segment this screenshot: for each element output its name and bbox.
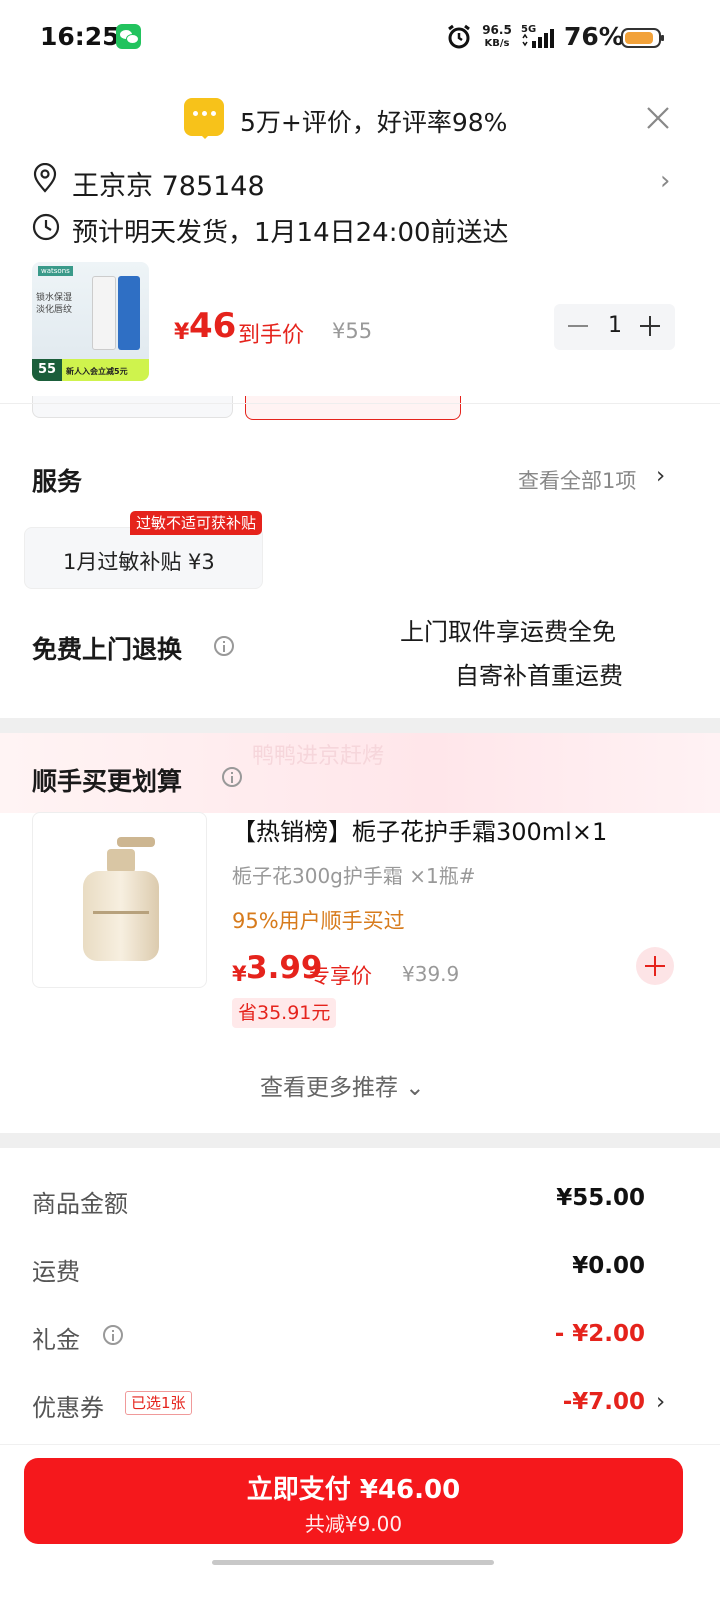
summary-label-coupon: 优惠券	[32, 1394, 104, 1422]
chevron-right-icon[interactable]: ›	[660, 166, 670, 196]
location-icon	[33, 163, 57, 193]
net-speed-unit: KB/s	[484, 38, 510, 49]
alarm-icon	[448, 24, 470, 49]
return-title: 免费上门退换	[32, 635, 183, 664]
recommend-bought-rate: 95%用户顺手买过	[232, 909, 405, 933]
recommend-title: 顺手买更划算	[32, 767, 183, 796]
thumb-brand: watsons	[38, 266, 73, 276]
quantity-value: 1	[608, 313, 622, 338]
service-title: 服务	[32, 467, 83, 496]
option-tab[interactable]	[32, 396, 233, 418]
thumb-badge-note: 新人入会立减5元	[66, 367, 128, 376]
status-time: 16:25	[40, 22, 120, 51]
recommend-watermark: 鸭鸭进京赶烤	[252, 744, 385, 769]
thumb-badge-price: 55	[32, 359, 62, 381]
chevron-right-icon[interactable]: ›	[656, 463, 665, 489]
add-recommend-button[interactable]	[636, 947, 674, 985]
divider	[0, 403, 720, 404]
final-price-label: 到手价	[238, 323, 305, 348]
return-line-2: 自寄补首重运费	[455, 662, 623, 690]
product-thumbnail[interactable]: watsons 锁水保湿 淡化唇纹 55 新人入会立减5元	[32, 262, 149, 381]
service-tag: 过敏不适可获补贴	[130, 511, 263, 535]
network-speed: 96.5 KB/s	[480, 23, 514, 51]
address-name[interactable]: 王京京 785148	[72, 164, 265, 203]
summary-value-coupon[interactable]: -¥7.00	[445, 1389, 645, 1415]
recommend-original-price: ¥39.9	[402, 962, 460, 986]
signal-icon: 5G	[520, 24, 558, 50]
original-price: ¥55	[332, 319, 373, 343]
home-indicator[interactable]	[212, 1560, 494, 1565]
recommend-product-spec: 栀子花300g护手霜 ×1瓶#	[232, 864, 476, 888]
info-icon[interactable]	[103, 1325, 123, 1345]
thumb-text: 锁水保湿 淡化唇纹	[36, 293, 73, 315]
delivery-estimate: 预计明天发货，1月14日24:00前送达	[72, 218, 509, 248]
divider	[0, 1444, 720, 1445]
service-card-text: 1月过敏补贴 ¥3	[63, 550, 215, 574]
pay-now-button[interactable]: 立即支付 ¥46.00 共减¥9.00	[24, 1458, 683, 1544]
service-view-all[interactable]: 查看全部1项	[518, 465, 636, 495]
option-tab-selected[interactable]	[245, 396, 461, 420]
battery-icon	[621, 28, 664, 48]
quantity-stepper[interactable]: 1	[554, 304, 675, 350]
final-price: 46	[189, 306, 237, 346]
battery-percent: 76%	[564, 22, 624, 51]
coupon-selected-tag: 已选1张	[125, 1391, 192, 1415]
summary-value-goods: ¥55.00	[556, 1185, 645, 1211]
recommend-product-name[interactable]: 【热销榜】栀子花护手霜300ml×1	[232, 812, 607, 847]
recommend-product-image[interactable]	[32, 812, 207, 988]
wechat-icon	[116, 24, 141, 49]
summary-label-goods: 商品金额	[32, 1190, 128, 1218]
chevron-right-icon[interactable]: ›	[656, 1389, 665, 1415]
rating-chat-icon	[184, 98, 224, 139]
recommend-savings-badge: 省35.91元	[232, 998, 337, 1028]
pay-discount-label: 共减¥9.00	[304, 1512, 403, 1536]
clock-icon	[32, 213, 60, 241]
return-line-1: 上门取件享运费全免	[400, 618, 616, 646]
section-divider	[0, 1133, 720, 1148]
pay-now-label: 立即支付 ¥46.00	[246, 1475, 461, 1505]
minus-icon[interactable]	[568, 325, 588, 327]
close-icon[interactable]	[644, 104, 672, 132]
more-recommendations-link[interactable]: 查看更多推荐 ⌄	[260, 1068, 425, 1102]
summary-label-shipping: 运费	[32, 1258, 80, 1286]
info-icon[interactable]	[214, 636, 234, 656]
section-divider	[0, 718, 720, 733]
summary-label-gift: 礼金	[32, 1326, 80, 1354]
summary-value-shipping: ¥0.00	[572, 1253, 645, 1279]
summary-value-gift: - ¥2.00	[554, 1321, 645, 1347]
recommend-price-label: 专享价	[309, 964, 372, 988]
recommend-price-symbol: ¥	[232, 962, 247, 986]
net-speed-value: 96.5	[482, 23, 512, 37]
info-icon[interactable]	[222, 767, 242, 787]
price-symbol: ¥	[174, 320, 190, 345]
rating-summary[interactable]: 5万+评价，好评率98%	[240, 103, 507, 139]
